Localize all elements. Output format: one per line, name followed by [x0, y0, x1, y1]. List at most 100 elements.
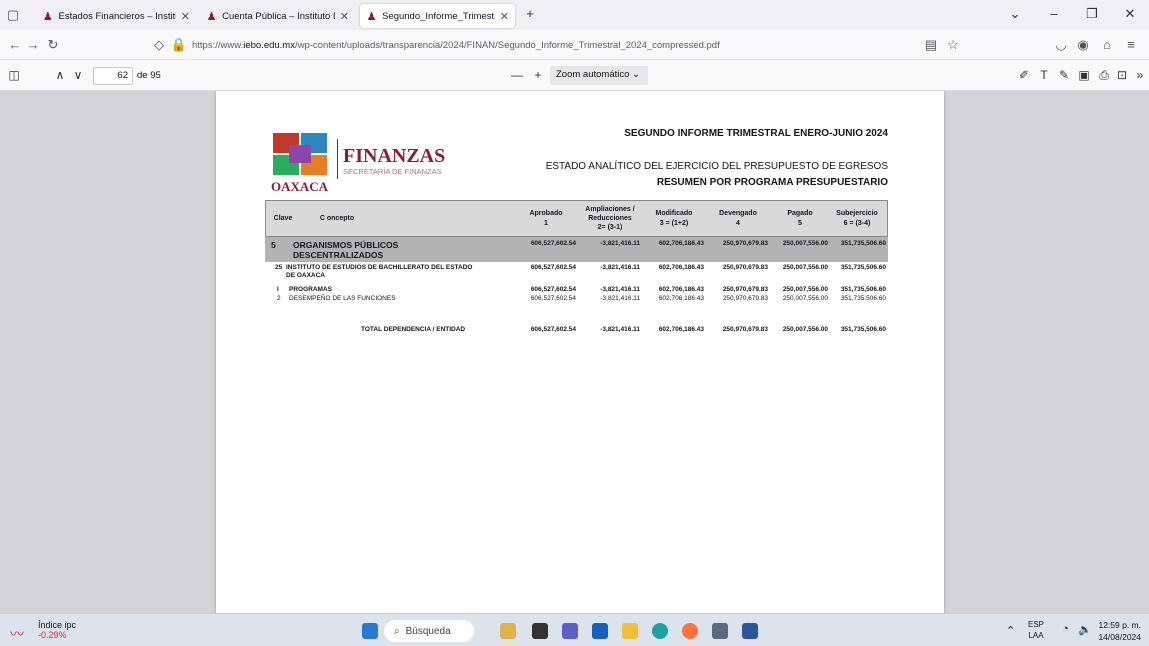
col-formula: 6 = (3-4): [843, 219, 871, 227]
close-tab-icon[interactable]: ✕: [181, 10, 190, 23]
col-formula: 1: [544, 219, 548, 227]
cell-aprobado: 606,527,602.54: [530, 264, 576, 271]
maximize-icon[interactable]: ❐: [1082, 6, 1102, 22]
teams-icon[interactable]: [562, 623, 578, 639]
lock-icon[interactable]: 🔒: [170, 37, 188, 53]
pocket-icon[interactable]: ◡: [1052, 37, 1070, 53]
tab-bar: ▢ ♟ Estados Financieros – Instituto D ✕ …: [0, 0, 1149, 30]
chevron-up-icon[interactable]: ⌃: [1006, 624, 1015, 637]
tracking-shield-icon[interactable]: ◇: [150, 37, 168, 53]
forward-icon[interactable]: →: [24, 37, 42, 52]
bookmark-star-icon[interactable]: ☆: [944, 37, 962, 53]
extensions-icon[interactable]: ⌂: [1098, 37, 1116, 52]
cell-concepto: PROGRAMAS: [289, 286, 332, 293]
minimize-icon[interactable]: –: [1044, 6, 1064, 21]
zoom-in-icon[interactable]: +: [530, 68, 546, 82]
firefox-icon[interactable]: [682, 623, 698, 639]
col-header-modificado: Modificado 3 = (1+2): [643, 201, 705, 236]
taskbar-clock[interactable]: 12:59 p. m. 14/08/2024: [1098, 619, 1141, 643]
finanzas-logo: FINANZAS SECRETARÍA DE FINANZAS OAXACA: [271, 131, 481, 194]
tab-title: Estados Financieros – Instituto D: [58, 10, 176, 22]
calculator-icon[interactable]: [712, 623, 728, 639]
new-tab-icon[interactable]: +: [520, 6, 540, 21]
cell-subejercicio: 351,735,506.60: [840, 240, 886, 247]
close-tab-icon[interactable]: ✕: [500, 10, 509, 23]
save-icon[interactable]: ⊡: [1114, 68, 1130, 82]
cell-subejercicio: 351,735,506.60: [840, 264, 886, 271]
zoom-select[interactable]: Zoom automático ⌄: [550, 66, 648, 85]
cell-clave: I: [277, 286, 279, 293]
cell-ampliaciones: -3,821,416.11: [600, 286, 640, 293]
previous-page-icon[interactable]: ∧: [52, 68, 68, 82]
wifi-icon[interactable]: ◔: [1062, 623, 1069, 635]
table-row: I PROGRAMAS 606,527,602.54 -3,821,416.11…: [265, 286, 888, 295]
url-bar[interactable]: 🔒 https://www. iebo.edu.mx/wp-content/upl…: [170, 34, 988, 56]
cell-aprobado: 606,527,602.54: [530, 295, 576, 302]
cell-pagado: 250,007,556.00: [782, 240, 828, 247]
account-icon[interactable]: ◉: [1074, 37, 1092, 53]
file-explorer-icon[interactable]: [622, 623, 638, 639]
word-icon[interactable]: [742, 623, 758, 639]
reader-view-icon[interactable]: ▤: [922, 37, 940, 53]
reload-icon[interactable]: ↻: [44, 37, 62, 53]
draw-icon[interactable]: ✎: [1056, 68, 1072, 82]
cell-modificado: 602,706,186.43: [658, 240, 704, 247]
cell-devengado: 250,970,679.83: [722, 286, 768, 293]
url-domain: iebo.edu.mx: [243, 39, 295, 51]
page-number-input[interactable]: 62: [93, 67, 133, 85]
col-header-concepto: C oncepto: [302, 201, 372, 236]
cell-clave: 25: [275, 264, 283, 271]
search-placeholder: Búsqueda: [405, 625, 451, 637]
col-formula: 2= (3-1): [597, 224, 623, 232]
table-row: 5 ORGANISMOS PÚBLICOS DESCENTRALIZADOS 6…: [265, 237, 888, 262]
cell-concepto: INSTITUTO DE ESTUDIOS DE BACHILLERATO DE…: [286, 264, 473, 279]
zoom-value: Zoom automático: [556, 69, 630, 80]
app-icon[interactable]: [500, 623, 516, 639]
print-icon[interactable]: ⎙: [1096, 68, 1112, 83]
page-count: de 95: [137, 70, 161, 81]
more-tools-icon[interactable]: »: [1132, 68, 1148, 82]
cell-pagado: 250,007,556.00: [782, 286, 828, 293]
tab-title: Segundo_Informe_Trimestral_2024: [382, 10, 495, 22]
cell-devengado: 250,970,679.83: [722, 240, 768, 247]
back-icon[interactable]: ←: [6, 37, 24, 52]
col-label: Pagado: [787, 210, 813, 218]
oaxaca-emblem-icon: [273, 133, 327, 175]
list-all-tabs-icon[interactable]: ⌄: [1005, 6, 1025, 22]
col-formula: 3 = (1+2): [659, 219, 689, 227]
zoom-out-icon[interactable]: —: [509, 68, 525, 82]
pdf-viewer[interactable]: FINANZAS SECRETARÍA DE FINANZAS OAXACA S…: [0, 91, 1149, 613]
tab-estados-financieros[interactable]: ♟ Estados Financieros – Instituto D ✕: [36, 4, 196, 28]
volume-icon[interactable]: 🔈: [1078, 623, 1092, 636]
col-header-ampliaciones: Ampliaciones / Reducciones 2= (3-1): [579, 201, 641, 236]
text-icon[interactable]: T: [1036, 68, 1052, 82]
clock-time: 12:59 p. m.: [1098, 620, 1141, 630]
chevron-down-icon: ⌄: [632, 69, 641, 80]
col-formula: 5: [798, 219, 802, 227]
tab-segundo-informe[interactable]: ♟ Segundo_Informe_Trimestral_2024 ✕: [360, 4, 515, 28]
cell-clave: 5: [271, 240, 276, 250]
next-page-icon[interactable]: ∨: [70, 68, 86, 82]
close-tab-icon[interactable]: ✕: [340, 10, 349, 23]
report-title: SEGUNDO INFORME TRIMESTRAL ENERO-JUNIO 2…: [624, 128, 888, 139]
report-subtitle: ESTADO ANALÍTICO DEL EJERCICIO DEL PRESU…: [545, 161, 888, 172]
highlight-icon[interactable]: ✐: [1016, 68, 1032, 82]
tab-list-icon[interactable]: ▢: [4, 7, 22, 23]
task-view-icon[interactable]: [532, 623, 548, 639]
sidebar-toggle-icon[interactable]: ◫: [6, 68, 22, 82]
col-label: C oncepto: [319, 214, 355, 222]
menu-icon[interactable]: ≡: [1122, 37, 1140, 52]
table-header: Clave C oncepto Aprobado 1 Ampliaciones /…: [265, 200, 888, 237]
edge-icon[interactable]: [652, 623, 668, 639]
language-indicator[interactable]: ESP LAA: [1028, 619, 1044, 641]
store-icon[interactable]: [592, 623, 608, 639]
close-window-icon[interactable]: ✕: [1120, 6, 1140, 22]
windows-start-icon[interactable]: [362, 623, 378, 639]
tab-cuenta-publica[interactable]: ♟ Cuenta Pública – Instituto De Es ✕: [200, 4, 355, 28]
budget-table: Clave C oncepto Aprobado 1 Ampliaciones /…: [265, 200, 888, 338]
col-label: Modificado: [655, 210, 693, 218]
url-path: /wp-content/uploads/transparencia/2024/F…: [294, 39, 720, 51]
taskbar-search[interactable]: ⌕ Búsqueda: [384, 620, 474, 642]
cell-aprobado: 606,527,602.54: [530, 286, 576, 293]
image-icon[interactable]: ▣: [1076, 68, 1092, 82]
